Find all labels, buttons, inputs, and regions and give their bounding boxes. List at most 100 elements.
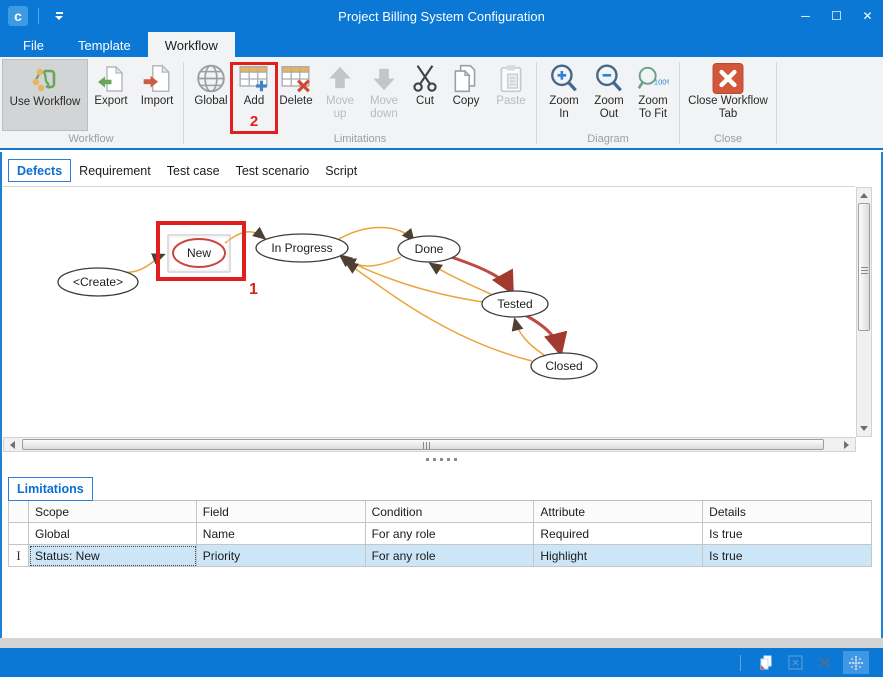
row-selector[interactable] [9, 523, 29, 545]
scroll-up-icon[interactable] [858, 189, 870, 202]
cell-details[interactable]: Is true [703, 545, 872, 567]
vertical-scrollbar[interactable] [856, 187, 872, 437]
application-window: c Project Billing System Configuration ─… [0, 0, 883, 677]
quick-access-arrow-icon[interactable] [49, 6, 69, 26]
cell-field[interactable]: Name [197, 523, 366, 545]
ribbon-group-close: Close Workflow Tab Close [681, 57, 775, 148]
cell-details[interactable]: Is true [703, 523, 872, 545]
tab-limitations[interactable]: Limitations [8, 477, 93, 501]
dismiss-icon[interactable] [814, 653, 834, 673]
maximize-button[interactable]: ☐ [821, 0, 852, 32]
column-header-field[interactable]: Field [197, 501, 366, 523]
node-tested[interactable]: Tested [482, 291, 548, 317]
delete-button[interactable]: Delete [273, 59, 319, 131]
zoom-to-fit-label: Zoom To Fit [633, 95, 673, 121]
cell-condition[interactable]: For any role [366, 545, 535, 567]
ribbon-separator [679, 62, 680, 144]
horizontal-scrollbar[interactable] [3, 437, 856, 452]
cell-field[interactable]: Priority [197, 545, 366, 567]
svg-text:Tested: Tested [497, 297, 532, 311]
titlebar-separator [38, 8, 39, 24]
cut-label: Cut [416, 95, 434, 108]
node-create[interactable]: <Create> [58, 268, 138, 296]
tab-template[interactable]: Template [61, 32, 148, 57]
annotation-number-1: 1 [249, 281, 258, 298]
cell-condition[interactable]: For any role [366, 523, 535, 545]
column-header-condition[interactable]: Condition [366, 501, 535, 523]
scroll-left-icon[interactable] [5, 439, 20, 450]
horizontal-scroll-thumb[interactable] [22, 439, 824, 450]
entity-tab-bar: Defects Requirement Test case Test scena… [4, 157, 879, 184]
checkbox-x-icon[interactable] [785, 653, 805, 673]
tab-test-case[interactable]: Test case [159, 160, 228, 181]
node-in-progress[interactable]: In Progress [256, 234, 348, 262]
move-up-button: Move up [319, 59, 361, 131]
cell-attribute[interactable]: Required [534, 523, 703, 545]
ribbon: Use Workflow Export [0, 57, 883, 150]
tab-script[interactable]: Script [317, 160, 365, 181]
minimize-button[interactable]: ─ [790, 0, 821, 32]
workflow-diagram-canvas[interactable]: <Create> New In Progress Done [3, 186, 855, 437]
tab-defects[interactable]: Defects [8, 159, 71, 182]
paste-button: Paste [489, 59, 533, 131]
use-workflow-button[interactable]: Use Workflow [2, 59, 88, 131]
node-done[interactable]: Done [398, 236, 460, 262]
frame-bottom [0, 638, 883, 648]
node-new[interactable]: New [168, 235, 230, 272]
app-icon[interactable]: c [8, 6, 28, 26]
move-down-icon [368, 62, 400, 95]
move-up-icon [324, 62, 356, 95]
tab-requirement[interactable]: Requirement [71, 160, 159, 181]
cell-scope[interactable]: Status: New [29, 545, 197, 567]
add-label: Add [244, 95, 264, 108]
vertical-scroll-thumb[interactable] [858, 203, 870, 331]
table-header-row: Scope Field Condition Attribute Details [9, 501, 872, 523]
snap-grid-icon[interactable] [843, 651, 869, 674]
close-workflow-tab-button[interactable]: Close Workflow Tab [683, 59, 773, 131]
close-button[interactable]: ✕ [852, 0, 883, 32]
zoom-out-label: Zoom Out [591, 95, 627, 121]
add-table-icon [238, 62, 270, 95]
move-up-label: Move up [322, 95, 358, 121]
cell-attribute[interactable]: Highlight [534, 545, 703, 567]
pages-icon[interactable] [756, 653, 776, 673]
tab-file[interactable]: File [6, 32, 61, 57]
import-button[interactable]: Import [134, 59, 180, 131]
node-closed[interactable]: Closed [531, 353, 597, 379]
zoom-in-button[interactable]: Zoom In [540, 59, 588, 131]
group-label-workflow: Workflow [0, 132, 182, 148]
ribbon-group-workflow: Use Workflow Export [0, 57, 182, 148]
add-button[interactable]: Add [235, 59, 273, 131]
ribbon-group-diagram: Zoom In Zoom Out 100% Z [538, 57, 678, 148]
cut-button[interactable]: Cut [407, 59, 443, 131]
move-down-label: Move down [364, 95, 404, 121]
tab-test-scenario[interactable]: Test scenario [228, 160, 318, 181]
close-workflow-icon [712, 62, 744, 95]
scroll-right-icon[interactable] [839, 439, 854, 450]
paste-icon [495, 62, 527, 95]
row-selector-cursor[interactable]: I [9, 545, 29, 567]
global-label: Global [194, 95, 227, 108]
column-header-details[interactable]: Details [703, 501, 872, 523]
scroll-down-icon[interactable] [858, 422, 870, 435]
ribbon-separator [776, 62, 777, 144]
global-button[interactable]: Global [187, 59, 235, 131]
tab-workflow[interactable]: Workflow [148, 32, 235, 57]
svg-text:New: New [187, 246, 211, 260]
pane-splitter[interactable] [0, 454, 883, 464]
table-row: Global Name For any role Required Is tru… [9, 523, 872, 545]
export-button[interactable]: Export [88, 59, 134, 131]
zoom-badge: 100% [654, 78, 669, 87]
cut-icon [409, 62, 441, 95]
zoom-to-fit-button[interactable]: 100% Zoom To Fit [630, 59, 676, 131]
cell-scope[interactable]: Global [29, 523, 197, 545]
row-selector-header[interactable] [9, 501, 29, 523]
zoom-out-button[interactable]: Zoom Out [588, 59, 630, 131]
zoom-in-label: Zoom In [543, 95, 585, 121]
column-header-attribute[interactable]: Attribute [534, 501, 703, 523]
delete-label: Delete [279, 95, 312, 108]
copy-button[interactable]: Copy [443, 59, 489, 131]
copy-icon [450, 62, 482, 95]
frame-border [0, 152, 2, 638]
column-header-scope[interactable]: Scope [29, 501, 197, 523]
